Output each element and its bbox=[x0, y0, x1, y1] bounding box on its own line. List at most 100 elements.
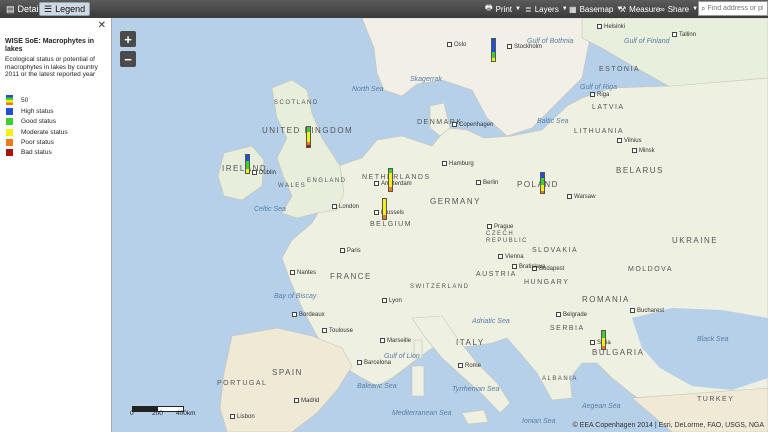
country-label: SPAIN bbox=[272, 368, 303, 377]
legend-tab[interactable]: ☰ Legend bbox=[39, 2, 91, 16]
status-bar-netherlands[interactable] bbox=[388, 168, 393, 192]
status-bar-ireland[interactable] bbox=[245, 154, 250, 174]
search-input[interactable] bbox=[707, 5, 764, 12]
ruler-icon: ⚒ bbox=[619, 4, 627, 14]
city-label: Copenhagen bbox=[452, 122, 493, 128]
measure-button[interactable]: ⚒ Measure bbox=[619, 3, 660, 15]
search-box: ⌕ bbox=[698, 1, 768, 16]
city-label: Helsinki bbox=[597, 24, 625, 30]
legend-item-label: Poor status bbox=[21, 139, 54, 146]
map-view[interactable]: + − UNITED KINGDOM IRELAND FRANCE SPAIN … bbox=[112, 18, 768, 432]
country-label: BELGIUM bbox=[370, 221, 413, 228]
city-label: Riga bbox=[590, 92, 609, 98]
city-label: Barcelona bbox=[357, 360, 391, 366]
country-label: ESTONIA bbox=[599, 66, 641, 73]
sea-label: Balearic Sea bbox=[357, 383, 397, 390]
city-label: Tallinn bbox=[672, 32, 696, 38]
city-label: Vilnius bbox=[617, 138, 642, 144]
status-bar-united-kingdom[interactable] bbox=[306, 126, 311, 148]
city-label: Toulouse bbox=[322, 328, 353, 334]
close-icon[interactable]: ✕ bbox=[98, 20, 106, 31]
share-icon: ∞ bbox=[659, 4, 665, 14]
legend-item: Moderate status bbox=[6, 129, 68, 136]
sea-label: Tyrrhenian Sea bbox=[452, 386, 500, 393]
basemap-button[interactable]: ▦ Basemap ▼ bbox=[569, 3, 622, 15]
legend-item-label: Moderate status bbox=[21, 129, 68, 136]
city-label: Hamburg bbox=[442, 161, 474, 167]
layers-icon: ≣ bbox=[525, 4, 532, 14]
layers-label: Layers bbox=[534, 4, 559, 14]
sea-label: Mediterranean Sea bbox=[392, 410, 452, 417]
country-label: SLOVAKIA bbox=[532, 247, 579, 254]
country-label: SERBIA bbox=[550, 325, 585, 332]
status-segment bbox=[383, 199, 386, 215]
country-label: SCOTLAND bbox=[274, 100, 319, 106]
status-bar-belgium[interactable] bbox=[382, 198, 387, 220]
sea-label: Ionian Sea bbox=[522, 418, 556, 425]
status-segment bbox=[492, 57, 495, 61]
legend-item-label: High status bbox=[21, 108, 54, 115]
country-label: GERMANY bbox=[430, 197, 481, 206]
zoom-out-button[interactable]: − bbox=[120, 51, 136, 67]
basemap-icon: ▦ bbox=[569, 4, 577, 14]
scale-label: 200 bbox=[152, 410, 163, 417]
legend-label: Legend bbox=[55, 4, 86, 14]
scale-label: 400km bbox=[176, 410, 196, 417]
city-label: London bbox=[332, 204, 359, 210]
country-label: MOLDOVA bbox=[628, 266, 673, 273]
city-label: Stockholm bbox=[507, 44, 542, 50]
status-segment bbox=[602, 346, 605, 349]
city-label: Lyon bbox=[382, 298, 402, 304]
sea-label: Gulf of Riga bbox=[580, 84, 617, 91]
sardinia-land bbox=[411, 365, 425, 397]
legend-icon: ☰ bbox=[44, 3, 53, 14]
chevron-down-icon: ▼ bbox=[515, 6, 521, 12]
sea-label: Skagerrak bbox=[410, 76, 442, 83]
layers-button[interactable]: ≣ Layers ▼ bbox=[525, 3, 568, 15]
country-label: BULGARIA bbox=[592, 348, 645, 357]
country-label: PORTUGAL bbox=[217, 380, 268, 387]
city-label: Prague bbox=[487, 224, 513, 230]
sea-label: Bay of Biscay bbox=[274, 293, 317, 300]
high-status-swatch bbox=[6, 108, 13, 115]
city-label: Bratislava bbox=[512, 264, 545, 270]
status-segment bbox=[602, 331, 605, 339]
legend-description: Ecological status or potential of macrop… bbox=[5, 56, 98, 78]
poor-status-swatch bbox=[6, 139, 13, 146]
status-segment bbox=[389, 186, 392, 192]
top-toolbar: ▤ Details ☰ Legend 🖶 Print ▼ ≣ Layers ▼ … bbox=[0, 0, 768, 19]
legend-title: WISE SoE: Macrophytes in lakes bbox=[5, 38, 95, 53]
city-label: Berlin bbox=[476, 180, 498, 186]
status-segment bbox=[602, 338, 605, 347]
city-label: Belgrade bbox=[556, 312, 587, 318]
measure-label: Measure bbox=[629, 4, 661, 14]
city-label: Lisbon bbox=[230, 414, 255, 420]
country-label: ENGLAND bbox=[307, 178, 347, 184]
share-button[interactable]: ∞ Share ▼ bbox=[659, 3, 698, 15]
legend-item: 50 bbox=[6, 95, 28, 105]
sea-label: Baltic Sea bbox=[537, 118, 569, 125]
bad-status-swatch bbox=[6, 149, 13, 156]
print-button[interactable]: 🖶 Print ▼ bbox=[485, 3, 521, 15]
status-segment bbox=[389, 173, 392, 187]
status-bar-poland[interactable] bbox=[540, 172, 545, 194]
share-label: Share bbox=[667, 4, 690, 14]
city-label: Bordeaux bbox=[292, 312, 325, 318]
legend-item-label: 50 bbox=[21, 96, 29, 104]
zoom-in-button[interactable]: + bbox=[120, 31, 136, 47]
country-label: LITHUANIA bbox=[574, 128, 625, 135]
sea-label: Black Sea bbox=[697, 336, 729, 343]
country-label: BELARUS bbox=[616, 166, 664, 175]
print-label: Print bbox=[495, 4, 513, 14]
status-segment bbox=[541, 191, 544, 193]
legend-item: High status bbox=[6, 108, 54, 115]
status-bar-bulgaria[interactable] bbox=[601, 330, 606, 350]
country-label: UKRAINE bbox=[672, 236, 719, 245]
country-label: AUSTRIA bbox=[476, 271, 517, 278]
city-label: Vienna bbox=[498, 254, 524, 260]
sea-label: Celtic Sea bbox=[254, 206, 286, 213]
city-label: Brussels bbox=[374, 210, 404, 216]
scale-label: 0 bbox=[130, 410, 134, 417]
status-bar-sweden[interactable] bbox=[491, 38, 496, 62]
city-label: Warsaw bbox=[567, 194, 595, 200]
